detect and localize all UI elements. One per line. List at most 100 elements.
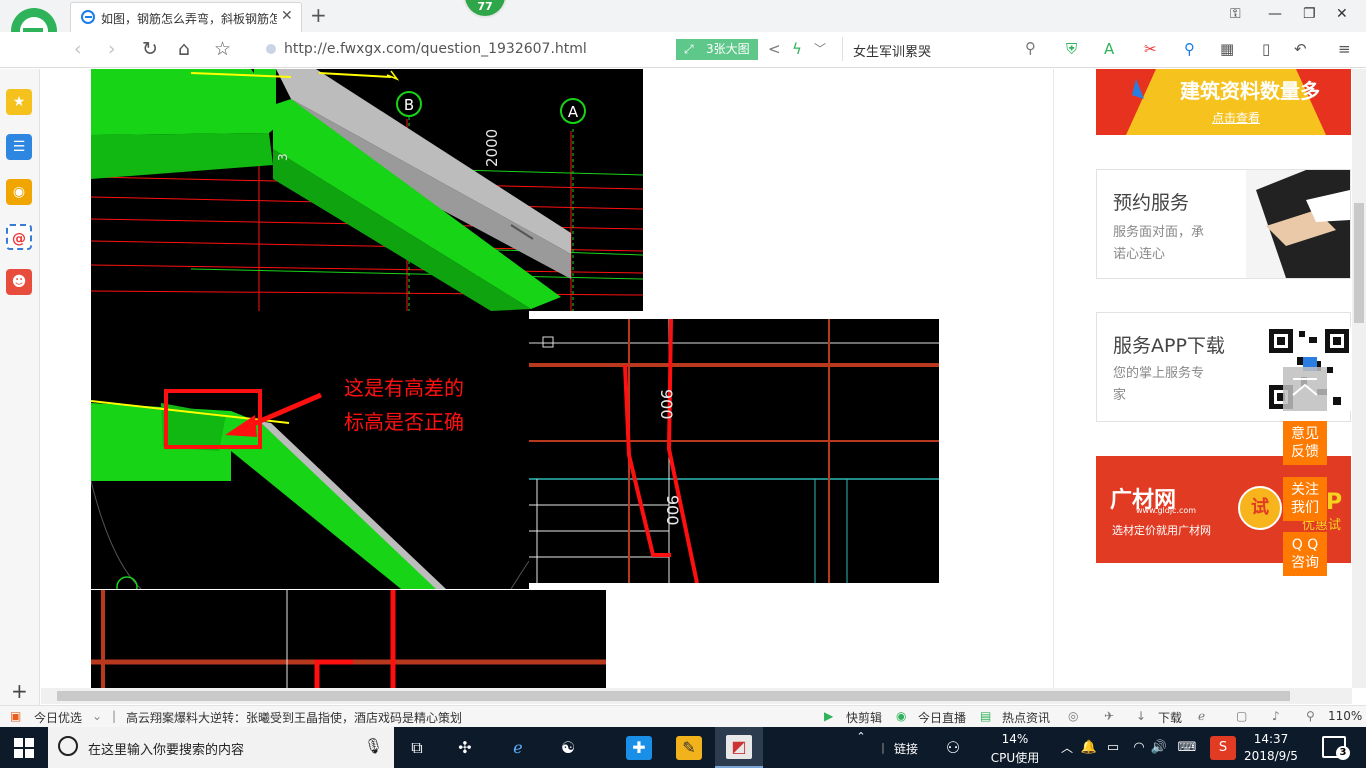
site-info-icon[interactable] <box>266 44 276 54</box>
back-button[interactable]: ‹ <box>74 38 82 60</box>
browser-tab[interactable]: 如图，钢筋怎么弄弯，斜板钢筋怎么弄 ✕ <box>70 2 302 32</box>
magnifier-icon[interactable]: ⚲ <box>1184 40 1195 58</box>
fan-app-icon[interactable]: ✣ <box>452 736 478 760</box>
appointment-card[interactable]: 预约服务 服务面对面，承 诺心连心 <box>1096 169 1351 279</box>
game-icon[interactable]: ☻ <box>6 269 32 295</box>
apps-icon[interactable]: ▦ <box>1220 40 1234 58</box>
undo-icon[interactable]: ↶ <box>1294 40 1307 58</box>
back-to-top-button[interactable] <box>1283 367 1327 411</box>
feedback-button[interactable]: 意见 反馈 <box>1283 421 1327 465</box>
news-headline-link[interactable]: 高云翔案爆料大逆转：张曦受到王晶指使，酒店戏码是精心策划 <box>126 709 462 726</box>
favorites-icon[interactable]: ★ <box>6 89 32 115</box>
taskbar-search-input[interactable]: 在这里输入你要搜索的内容 <box>88 739 244 758</box>
page-content: B A 2000 3 这是有高差的 标高是否正确 900 900 建筑资料数量多… <box>41 69 1352 688</box>
minimize-button[interactable]: — <box>1268 6 1282 22</box>
url-text[interactable]: http://e.fwxgx.com/question_1932607.html <box>284 41 587 57</box>
horizontal-scrollbar[interactable] <box>41 688 1352 704</box>
notes-app-icon[interactable]: ✎ <box>676 736 702 760</box>
ie-mode-icon[interactable]: ℯ <box>1198 709 1205 723</box>
follow-us-button[interactable]: 关注 我们 <box>1283 477 1327 521</box>
chevron-down-icon[interactable]: ﹀ <box>814 40 826 57</box>
new-tab-button[interactable]: + <box>310 3 327 27</box>
follow-line-2: 我们 <box>1291 500 1319 516</box>
today-live-link[interactable]: 今日直播 <box>918 709 966 726</box>
keyboard-icon[interactable]: ⌨ <box>1174 736 1200 760</box>
cpu-label: CPU使用 <box>990 751 1040 765</box>
download-link[interactable]: 下载 <box>1158 709 1182 726</box>
tab-close-icon[interactable]: ✕ <box>281 8 293 24</box>
live-icon[interactable]: ◉ <box>896 709 906 723</box>
gift-icon[interactable]: ▣ <box>10 709 21 723</box>
zoom-level[interactable]: 110% <box>1328 709 1362 723</box>
feedback-line-2: 反馈 <box>1291 444 1319 460</box>
column-divider <box>1053 69 1054 688</box>
url-field[interactable]: http://e.fwxgx.com/question_1932607.html <box>262 37 662 61</box>
vertical-scroll-thumb[interactable] <box>1354 203 1364 323</box>
ie-browser-icon[interactable]: ℯ <box>505 736 531 760</box>
qq-consult-button[interactable]: Q Q 咨询 <box>1283 532 1327 576</box>
tool-app-icon[interactable]: ✚ <box>626 736 652 760</box>
speaker-icon[interactable]: 🔊 <box>1146 736 1172 760</box>
cad-image-plan[interactable]: 900 900 <box>529 319 939 583</box>
mobile-icon[interactable]: ▯ <box>1262 40 1270 58</box>
banner-link[interactable]: 点击查看 <box>1212 109 1260 126</box>
search-icon[interactable]: ⚲ <box>1025 39 1036 57</box>
pin-icon[interactable]: ✈ <box>1104 709 1114 723</box>
vertical-scrollbar[interactable] <box>1352 69 1366 688</box>
swirl-app-icon[interactable]: ☯ <box>555 736 581 760</box>
mail-icon[interactable]: @ <box>6 224 32 250</box>
weibo-icon[interactable]: ◉ <box>6 179 32 205</box>
restore-button[interactable]: ❐ <box>1303 6 1316 22</box>
hot-news-link[interactable]: 热点资讯 <box>1002 709 1050 726</box>
taskbar-link-label[interactable]: 链接 <box>888 740 924 757</box>
input-method-icon[interactable]: S <box>1210 736 1236 760</box>
menu-icon[interactable]: ≡ <box>1338 40 1351 58</box>
action-center-icon[interactable]: 3 <box>1322 736 1350 760</box>
close-window-button[interactable]: ✕ <box>1336 6 1348 22</box>
speed-icon[interactable]: ◎ <box>1068 709 1078 723</box>
today-pick-link[interactable]: 今日优选 <box>34 709 82 726</box>
microphone-icon[interactable]: 🎙 <box>364 737 383 755</box>
download-icon[interactable]: ↓ <box>1136 709 1146 723</box>
share-icon[interactable]: < <box>768 40 781 58</box>
task-view-icon[interactable]: ⧉ <box>404 736 430 760</box>
window-icon[interactable]: ▢ <box>1236 709 1247 723</box>
volume-icon[interactable]: ♪ <box>1272 709 1280 723</box>
people-icon[interactable]: ⚇ <box>940 736 966 760</box>
shield-icon[interactable]: ⛨ <box>1066 40 1077 58</box>
clock-time[interactable]: 14:37 <box>1238 732 1304 746</box>
scissors-icon[interactable]: ✂ <box>1144 40 1157 58</box>
cad-image-stair-3d[interactable]: B A 2000 3 <box>91 69 643 311</box>
horizontal-scroll-thumb[interactable] <box>57 691 1290 701</box>
banner-ad[interactable]: 建筑资料数量多 点击查看 <box>1096 69 1351 135</box>
skin-icon[interactable]: ⚿ <box>1230 6 1241 22</box>
translate-icon[interactable]: A <box>1104 40 1114 58</box>
big-image-button[interactable]: ⤢ 3张大图 <box>676 39 758 60</box>
search-input[interactable]: 女生军训累哭 <box>853 41 931 60</box>
forward-button[interactable]: › <box>108 38 116 60</box>
ad-slogan: 选材定价就用广材网 <box>1112 524 1211 537</box>
zoom-icon[interactable]: ⚲ <box>1306 709 1315 723</box>
lightning-icon[interactable]: ϟ <box>792 40 802 58</box>
quick-clip-link[interactable]: 快剪辑 <box>846 709 882 726</box>
hot-news-icon[interactable]: ▤ <box>980 709 991 723</box>
home-button[interactable]: ⌂ <box>178 38 190 60</box>
expand-down-icon[interactable]: ⌄ <box>92 709 102 723</box>
clock-date[interactable]: 2018/9/5 <box>1238 749 1304 763</box>
cad-image-detail[interactable] <box>91 590 606 688</box>
sidebar-add-icon[interactable]: + <box>11 679 28 703</box>
annotation-line-2: 标高是否正确 <box>344 411 464 434</box>
windows-start-icon[interactable] <box>14 738 34 758</box>
taskbar-search-box[interactable]: 在这里输入你要搜索的内容 🎙 <box>48 727 394 768</box>
refresh-button[interactable]: ↻ <box>142 38 158 60</box>
bookmark-star-button[interactable]: ☆ <box>214 38 231 60</box>
quick-clip-icon[interactable]: ▶ <box>824 709 833 723</box>
notification-bell-icon[interactable]: 🔔 <box>1076 736 1102 760</box>
score-badge[interactable]: 77 <box>463 0 507 18</box>
search-box[interactable]: 女生军训累哭 ⚲ <box>842 37 1042 61</box>
annotation-line-1: 这是有高差的 <box>344 377 464 400</box>
active-paint-app[interactable]: ◩ <box>715 727 763 768</box>
news-icon[interactable]: ☰ <box>6 134 32 160</box>
battery-icon[interactable]: ▭ <box>1100 736 1126 760</box>
cad-image-annotated[interactable]: 这是有高差的 标高是否正确 <box>91 311 529 589</box>
